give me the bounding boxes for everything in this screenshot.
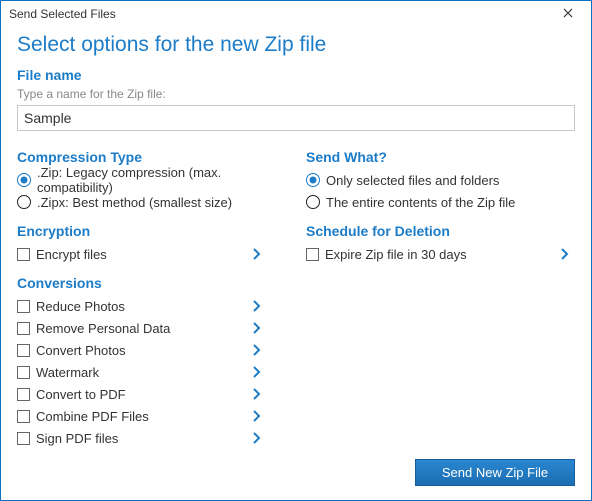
checkbox-icon: [17, 248, 30, 261]
chevron-right-icon: [253, 340, 261, 360]
expire-zip-expand[interactable]: [561, 244, 575, 265]
left-column: Compression Type .Zip: Legacy compressio…: [17, 141, 286, 449]
encryption-title: Encryption: [17, 223, 286, 239]
convert-to-pdf-checkbox[interactable]: Convert to PDF: [17, 383, 126, 405]
radio-icon: [17, 195, 31, 209]
checkbox-icon: [17, 388, 30, 401]
checkbox-label: Watermark: [36, 365, 99, 380]
watermark-expand[interactable]: [253, 362, 267, 383]
chevron-right-icon: [253, 384, 261, 404]
remove-personal-data-checkbox[interactable]: Remove Personal Data: [17, 317, 170, 339]
chevron-right-icon: [253, 362, 261, 382]
send-entire-option[interactable]: The entire contents of the Zip file: [306, 191, 575, 213]
checkbox-label: Remove Personal Data: [36, 321, 170, 336]
checkbox-icon: [17, 322, 30, 335]
radio-label: The entire contents of the Zip file: [326, 195, 515, 210]
expire-zip-checkbox[interactable]: Expire Zip file in 30 days: [306, 243, 467, 265]
sign-pdf-files-expand[interactable]: [253, 428, 267, 449]
checkbox-label: Reduce Photos: [36, 299, 125, 314]
send-what-title: Send What?: [306, 149, 575, 165]
radio-label: .Zip: Legacy compression (max. compatibi…: [37, 165, 286, 195]
filename-hint: Type a name for the Zip file:: [17, 87, 575, 101]
compression-title: Compression Type: [17, 149, 286, 165]
close-button[interactable]: [553, 2, 583, 26]
page-title: Select options for the new Zip file: [17, 33, 575, 57]
filename-input[interactable]: [17, 105, 575, 131]
checkbox-label: Combine PDF Files: [36, 409, 149, 424]
combine-pdf-files-expand[interactable]: [253, 406, 267, 427]
radio-label: Only selected files and folders: [326, 173, 499, 188]
chevron-right-icon: [253, 428, 261, 448]
reduce-photos-expand[interactable]: [253, 296, 267, 317]
radio-icon: [17, 173, 31, 187]
remove-personal-data-expand[interactable]: [253, 318, 267, 339]
content-area: Select options for the new Zip file File…: [1, 27, 591, 465]
radio-icon: [306, 195, 320, 209]
checkbox-label: Convert to PDF: [36, 387, 126, 402]
convert-to-pdf-expand[interactable]: [253, 384, 267, 405]
convert-photos-checkbox[interactable]: Convert Photos: [17, 339, 126, 361]
checkbox-label: Sign PDF files: [36, 431, 118, 446]
checkbox-icon: [17, 366, 30, 379]
checkbox-label: Convert Photos: [36, 343, 126, 358]
checkbox-label: Encrypt files: [36, 247, 107, 262]
titlebar: Send Selected Files: [1, 1, 591, 27]
checkbox-label: Expire Zip file in 30 days: [325, 247, 467, 262]
reduce-photos-checkbox[interactable]: Reduce Photos: [17, 295, 125, 317]
chevron-right-icon: [253, 406, 261, 426]
radio-icon: [306, 173, 320, 187]
close-icon: [563, 7, 573, 21]
checkbox-icon: [17, 300, 30, 313]
convert-photos-expand[interactable]: [253, 340, 267, 361]
sign-pdf-files-checkbox[interactable]: Sign PDF files: [17, 427, 118, 449]
watermark-checkbox[interactable]: Watermark: [17, 361, 99, 383]
right-column: Send What? Only selected files and folde…: [306, 141, 575, 449]
encrypt-files-checkbox[interactable]: Encrypt files: [17, 243, 107, 265]
send-new-zip-button[interactable]: Send New Zip File: [415, 459, 575, 486]
footer: Send New Zip File: [415, 459, 575, 486]
checkbox-icon: [17, 410, 30, 423]
filename-section-title: File name: [17, 67, 575, 83]
combine-pdf-files-checkbox[interactable]: Combine PDF Files: [17, 405, 149, 427]
chevron-right-icon: [561, 244, 569, 264]
schedule-title: Schedule for Deletion: [306, 223, 575, 239]
checkbox-icon: [17, 432, 30, 445]
encrypt-files-expand[interactable]: [253, 244, 267, 265]
chevron-right-icon: [253, 296, 261, 316]
conversions-title: Conversions: [17, 275, 286, 291]
checkbox-icon: [17, 344, 30, 357]
window-title: Send Selected Files: [9, 7, 116, 21]
compression-option-zip[interactable]: .Zip: Legacy compression (max. compatibi…: [17, 169, 286, 191]
radio-label: .Zipx: Best method (smallest size): [37, 195, 232, 210]
chevron-right-icon: [253, 318, 261, 338]
send-selected-option[interactable]: Only selected files and folders: [306, 169, 575, 191]
chevron-right-icon: [253, 244, 261, 264]
checkbox-icon: [306, 248, 319, 261]
